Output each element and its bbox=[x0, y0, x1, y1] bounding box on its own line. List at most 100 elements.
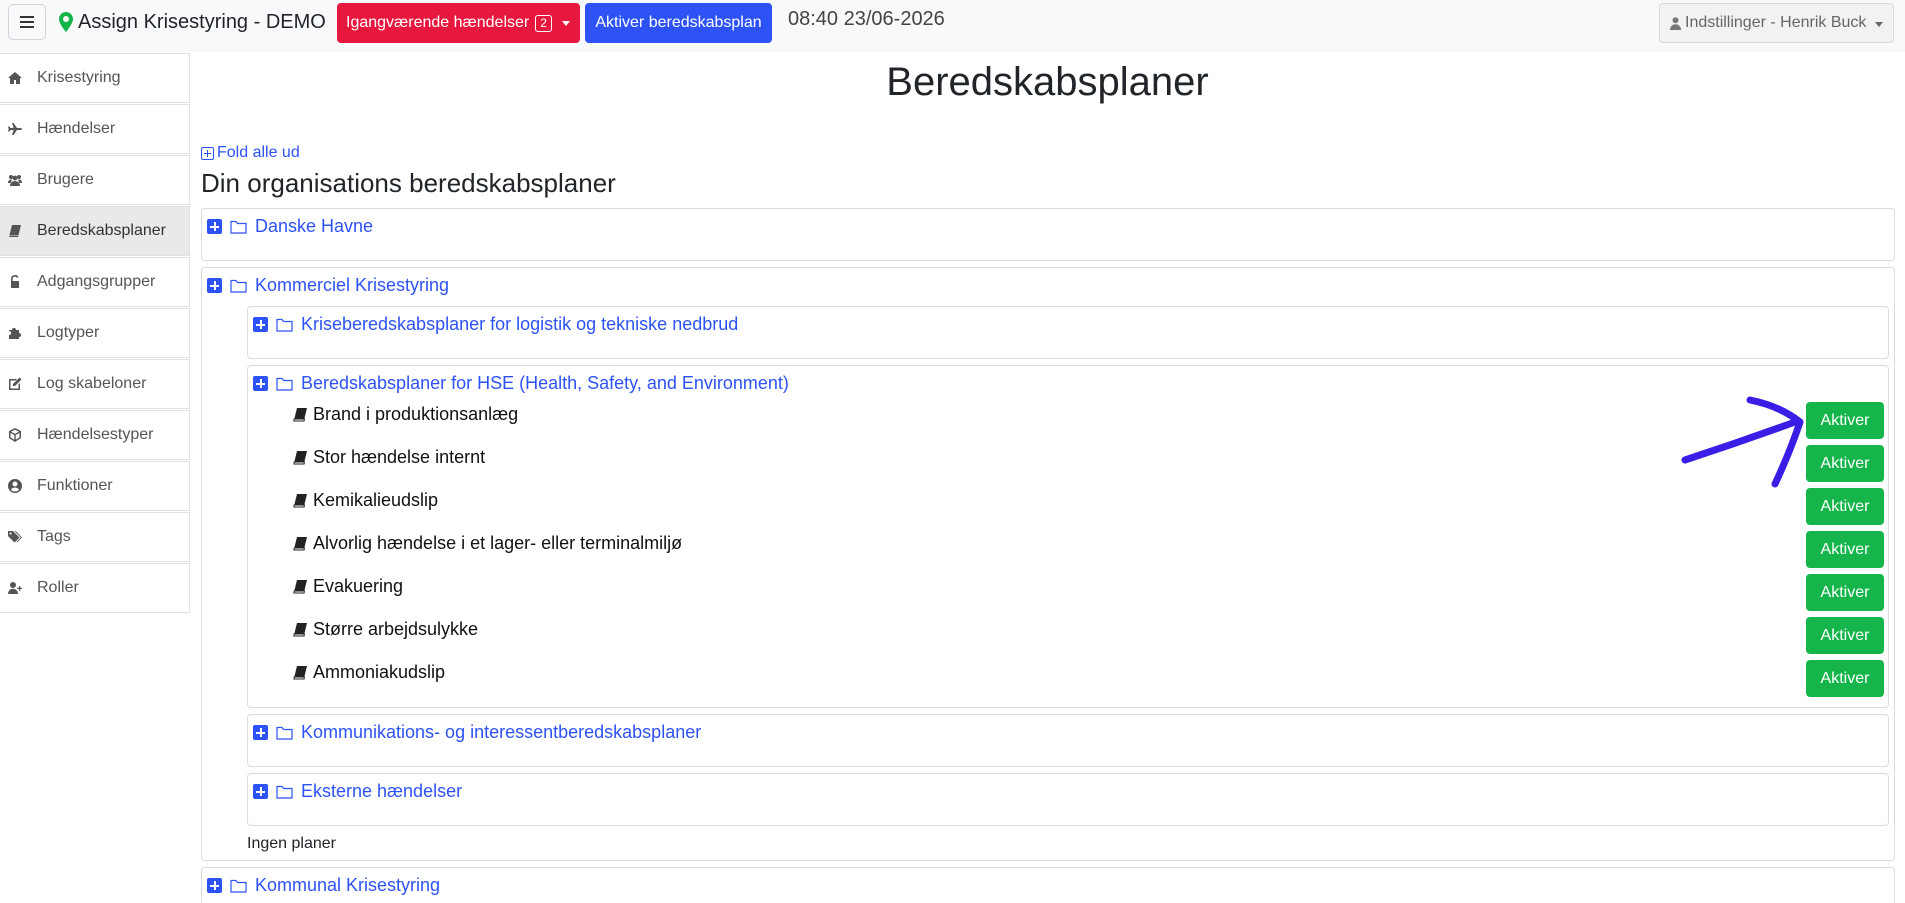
caret-down-icon bbox=[562, 21, 570, 26]
activate-plan-button[interactable]: Aktiver bbox=[1806, 488, 1884, 525]
sidebar-item-label: Hændelser bbox=[37, 120, 116, 137]
sidebar-item-haendelsestyper[interactable]: Hændelsestyper bbox=[0, 410, 190, 460]
book-icon bbox=[293, 408, 307, 422]
book-icon bbox=[293, 580, 307, 594]
activate-plan-button[interactable]: Aktiver bbox=[1806, 445, 1884, 482]
folder-label: Beredskabsplaner for HSE (Health, Safety… bbox=[301, 373, 789, 393]
plan-item[interactable]: Kemikalieudslip bbox=[293, 490, 438, 511]
section-heading: Din organisations beredskabsplaner bbox=[201, 168, 616, 198]
sidebar-item-label: Logtyper bbox=[37, 324, 100, 341]
activate-plan-button[interactable]: Aktiver bbox=[1806, 531, 1884, 568]
folder-icon bbox=[230, 220, 247, 234]
brand-title: Assign Krisestyring - DEMO bbox=[78, 10, 326, 33]
sidebar-item-label: Adgangsgrupper bbox=[37, 273, 156, 290]
sidebar-item-adgangsgrupper[interactable]: Adgangsgrupper bbox=[0, 257, 190, 307]
plan-item[interactable]: Brand i produktionsanlæg bbox=[293, 404, 518, 425]
brand[interactable]: Assign Krisestyring - DEMO bbox=[59, 9, 326, 35]
edit-icon bbox=[8, 377, 22, 391]
book-icon bbox=[293, 623, 307, 637]
activate-plan-button[interactable]: Aktiver bbox=[1806, 402, 1884, 439]
folder-kommunikation[interactable]: Kommunikations- og interessentberedskabs… bbox=[253, 722, 701, 743]
folder-kommerciel-krisestyring[interactable]: Kommerciel Krisestyring bbox=[207, 275, 449, 296]
expand-icon bbox=[207, 278, 222, 293]
folder-icon bbox=[276, 318, 293, 332]
activate-plan-button[interactable]: Aktiver bbox=[1806, 617, 1884, 654]
plan-label: Alvorlig hændelse i et lager- eller term… bbox=[313, 533, 683, 553]
map-pin-icon bbox=[59, 12, 73, 32]
expand-icon bbox=[207, 219, 222, 234]
sidebar: Krisestyring Hændelser Brugere Beredskab… bbox=[0, 52, 190, 903]
activate-plan-button[interactable]: Aktiver beredskabsplan bbox=[585, 3, 772, 43]
plan-item[interactable]: Ammoniakudslip bbox=[293, 662, 445, 683]
sidebar-item-label: Krisestyring bbox=[37, 69, 121, 86]
sidebar-item-funktioner[interactable]: Funktioner bbox=[0, 461, 190, 511]
sidebar-item-brugere[interactable]: Brugere bbox=[0, 155, 190, 205]
activate-plan-button[interactable]: Aktiver bbox=[1806, 660, 1884, 697]
folder-label: Kommunikations- og interessentberedskabs… bbox=[301, 722, 702, 742]
sidebar-item-krisestyring[interactable]: Krisestyring bbox=[0, 53, 190, 103]
folder-icon bbox=[230, 879, 247, 893]
cube-icon bbox=[8, 428, 22, 442]
puzzle-icon bbox=[8, 326, 22, 340]
plus-square-icon bbox=[201, 146, 214, 160]
book-icon bbox=[293, 494, 307, 508]
expand-icon bbox=[253, 317, 268, 332]
sidebar-item-label: Roller bbox=[37, 579, 79, 596]
user-circle-icon bbox=[8, 479, 22, 493]
home-icon bbox=[8, 71, 22, 85]
folder-label: Danske Havne bbox=[255, 216, 374, 236]
folder-card-danske-havne bbox=[201, 208, 1895, 261]
sidebar-item-label: Beredskabsplaner bbox=[37, 222, 166, 239]
folder-label: Kommerciel Krisestyring bbox=[255, 275, 450, 295]
folder-icon bbox=[276, 377, 293, 391]
book-icon bbox=[293, 666, 307, 680]
expand-icon bbox=[207, 878, 222, 893]
sidebar-item-logtyper[interactable]: Logtyper bbox=[0, 308, 190, 358]
folder-eksterne-haendelser[interactable]: Eksterne hændelser bbox=[253, 781, 462, 802]
sidebar-item-log-skabeloner[interactable]: Log skabeloner bbox=[0, 359, 190, 409]
sidebar-item-beredskabsplaner[interactable]: Beredskabsplaner bbox=[0, 206, 190, 256]
folder-hse[interactable]: Beredskabsplaner for HSE (Health, Safety… bbox=[253, 373, 789, 394]
folder-card-eksterne bbox=[247, 773, 1889, 826]
no-plans-text: Ingen planer bbox=[247, 835, 336, 852]
annotation-arrow-icon bbox=[1681, 396, 1804, 488]
plan-label: Evakuering bbox=[313, 576, 404, 596]
plan-label: Større arbejdsulykke bbox=[313, 619, 479, 639]
top-navbar: Assign Krisestyring - DEMO Igangværende … bbox=[0, 0, 1905, 52]
sidebar-item-label: Funktioner bbox=[37, 477, 113, 494]
sidebar-item-label: Hændelsestyper bbox=[37, 426, 154, 443]
caret-down-icon bbox=[1875, 22, 1883, 27]
plan-item[interactable]: Større arbejdsulykke bbox=[293, 619, 478, 640]
settings-dropdown[interactable]: Indstillinger - Henrik Buck bbox=[1659, 3, 1894, 43]
sidebar-item-label: Tags bbox=[37, 528, 71, 545]
sidebar-item-tags[interactable]: Tags bbox=[0, 512, 190, 562]
ongoing-incidents-label: Igangværende hændelser bbox=[346, 14, 530, 31]
ongoing-incidents-dropdown[interactable]: Igangværende hændelser 2 bbox=[337, 3, 580, 43]
fold-all-label: Fold alle ud bbox=[217, 144, 300, 161]
expand-icon bbox=[253, 725, 268, 740]
activate-plan-button[interactable]: Aktiver bbox=[1806, 574, 1884, 611]
folder-kommunal-krisestyring[interactable]: Kommunal Krisestyring bbox=[207, 875, 440, 896]
book-icon bbox=[293, 451, 307, 465]
sidebar-item-roller[interactable]: Roller bbox=[0, 563, 190, 613]
folder-logistik[interactable]: Kriseberedskabsplaner for logistik og te… bbox=[253, 314, 738, 335]
tags-icon bbox=[8, 530, 22, 544]
plane-icon bbox=[8, 122, 22, 136]
plan-item[interactable]: Stor hændelse internt bbox=[293, 447, 485, 468]
plan-item[interactable]: Evakuering bbox=[293, 576, 403, 597]
book-icon bbox=[293, 537, 307, 551]
plan-label: Stor hændelse internt bbox=[313, 447, 486, 467]
ongoing-count-badge: 2 bbox=[535, 14, 552, 32]
plan-item[interactable]: Alvorlig hændelse i et lager- eller term… bbox=[293, 533, 682, 554]
hamburger-icon bbox=[20, 16, 34, 18]
plan-label: Ammoniakudslip bbox=[313, 662, 446, 682]
fold-all-link[interactable]: Fold alle ud bbox=[201, 144, 300, 162]
menu-toggle-button[interactable] bbox=[8, 4, 46, 40]
folder-icon bbox=[230, 279, 247, 293]
sidebar-item-haendelser[interactable]: Hændelser bbox=[0, 104, 190, 154]
sidebar-item-label: Log skabeloner bbox=[37, 375, 147, 392]
folder-card-kommunal bbox=[201, 867, 1895, 903]
expand-icon bbox=[253, 376, 268, 391]
plan-label: Brand i produktionsanlæg bbox=[313, 404, 519, 424]
folder-danske-havne[interactable]: Danske Havne bbox=[207, 216, 373, 237]
